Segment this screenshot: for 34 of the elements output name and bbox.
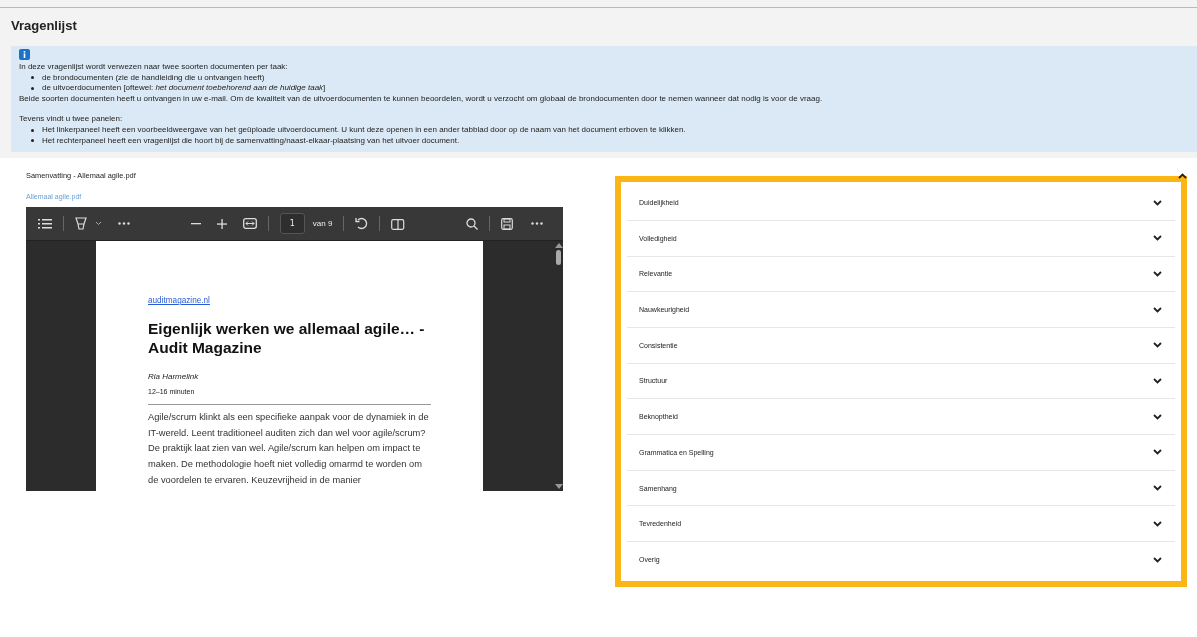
zoom-out-icon[interactable] <box>190 222 201 225</box>
info-list-item: Het linkerpaneel heeft een voorbeeldweergave van het geüploade uitvoerdocument. U kunt deze openen in een ander tabblad door op de naam van het document erboven te klikken. <box>42 124 686 136</box>
document-body-text: Agile/scrum klinkt als een specifieke aanpak voor de dynamiek in de IT-wereld. Leent traditioneel auditen zich dan wel voor agile/scrum? De praktijk laat zien van wel. Agile/scrum kan helpen om impact te maken. De methodologie hoeft niet volledig omarmd te worden om de voordelen te ervaren. Keuzevrijheid in de manier <box>148 411 430 487</box>
info-list-item: de uitvoerdocumenten [oftewel: het document toebehorend aan de huidige taak] <box>42 83 326 94</box>
page-title: Vragenlijst <box>11 18 78 33</box>
list-icon[interactable] <box>38 218 52 229</box>
document-author: Ria Harmelink <box>148 372 200 382</box>
document-heading: Eigenlijk werken we allemaal agile… - Audit Magazine <box>148 319 426 358</box>
info-list-item: Het rechterpaneel heeft een vragenlijst die hoort bij de samenvatting/naast-elkaar-plaatsing van het uitvoer document. <box>42 135 460 147</box>
scrollbar-thumb[interactable] <box>556 250 561 266</box>
search-icon[interactable] <box>466 217 478 230</box>
caret-icon[interactable] <box>95 221 102 227</box>
info-icon <box>19 49 30 60</box>
bullet-icon <box>31 139 34 143</box>
more-icon[interactable] <box>118 222 130 226</box>
more-icon[interactable] <box>531 222 543 226</box>
info-text: In deze vragenlijst wordt verwezen naar twee soorten documenten per taak: <box>19 62 289 73</box>
highlighter-icon[interactable] <box>75 217 87 231</box>
page-view-icon[interactable] <box>391 217 406 230</box>
page-number-field[interactable]: 1 <box>279 213 305 235</box>
rotate-icon[interactable] <box>355 217 369 231</box>
zoom-in-icon[interactable] <box>216 218 227 229</box>
info-list-item: de brondocumenten (zie de handleiding die u ontvangen heeft) <box>42 72 265 84</box>
bullet-icon <box>31 76 34 80</box>
info-text: Beide soorten documenten heeft u ontvangen in uw e-mail. Om de kwaliteit van de uitvoerdocumenten te kunnen beoordelen, wordt u verzocht om globaal de brondocumenten door te nemen wanneer dat nodig is voor de vraag. <box>19 93 824 105</box>
scroll-down-icon[interactable] <box>554 484 563 490</box>
bullet-icon <box>31 87 34 90</box>
bullet-icon <box>31 128 34 132</box>
info-text: Tevens vindt u twee panelen: <box>19 114 124 125</box>
fit-width-icon[interactable] <box>242 218 257 230</box>
collapse-chevron-icon[interactable] <box>1178 172 1187 179</box>
page-count: van 9 <box>312 219 333 229</box>
save-icon[interactable] <box>501 217 513 230</box>
source-link[interactable]: auditmagazine.nl <box>148 296 431 306</box>
